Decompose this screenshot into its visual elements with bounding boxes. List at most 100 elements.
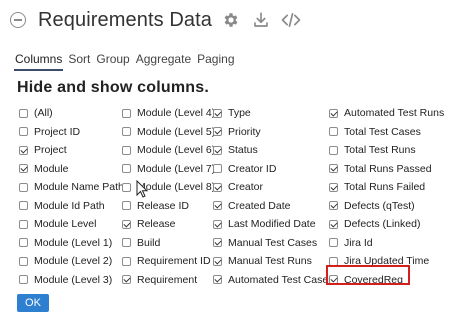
- column-checkbox[interactable]: [19, 127, 28, 137]
- tab-paging[interactable]: Paging: [196, 52, 235, 71]
- column-checkbox[interactable]: [329, 127, 338, 137]
- column-checkbox[interactable]: [122, 145, 131, 155]
- panel-title: Requirements Data: [38, 8, 213, 31]
- column-checkbox[interactable]: [122, 219, 131, 229]
- column-checkbox[interactable]: [213, 182, 222, 192]
- column-option-label: Total Test Runs: [344, 144, 416, 157]
- section-title: Hide and show columns.: [17, 79, 209, 96]
- column-option-label: Release ID: [137, 199, 189, 212]
- column-checkbox[interactable]: [329, 182, 338, 192]
- column-checkbox[interactable]: [19, 145, 28, 155]
- column-checkbox[interactable]: [213, 238, 222, 248]
- column-checkbox[interactable]: [19, 201, 28, 211]
- column-checkbox[interactable]: [19, 256, 28, 266]
- column-checkbox[interactable]: [122, 275, 131, 285]
- column-option-label: Creator: [228, 181, 264, 194]
- column-option[interactable]: Jira Id: [329, 234, 444, 253]
- column-option[interactable]: Requirement ID: [122, 252, 215, 271]
- column-option-label: Module (Level 6): [137, 144, 216, 157]
- column-option[interactable]: Created Date: [213, 197, 333, 216]
- column-option[interactable]: Module (Level 5): [122, 123, 215, 142]
- column-option[interactable]: Creator: [213, 178, 333, 197]
- column-option[interactable]: Status: [213, 141, 333, 160]
- tab-group[interactable]: Group: [95, 52, 130, 71]
- column-checkbox[interactable]: [122, 256, 131, 266]
- column-option[interactable]: Defects (Linked): [329, 215, 444, 234]
- column-checkbox[interactable]: [19, 108, 28, 118]
- column-option[interactable]: Module (Level 4): [122, 104, 215, 123]
- column-option[interactable]: Build: [122, 234, 215, 253]
- column-option[interactable]: Project ID: [19, 123, 124, 142]
- column-checkbox[interactable]: [122, 164, 131, 174]
- column-checkbox[interactable]: [329, 201, 338, 211]
- column-checkbox[interactable]: [213, 219, 222, 229]
- column-option-label: Last Modified Date: [228, 218, 316, 231]
- column-option[interactable]: Manual Test Runs: [213, 252, 333, 271]
- column-option[interactable]: Module: [19, 160, 124, 179]
- column-option-label: Module (Level 5): [137, 125, 216, 138]
- code-icon[interactable]: [280, 9, 302, 31]
- column-option[interactable]: Manual Test Cases: [213, 234, 333, 253]
- column-checkbox[interactable]: [122, 127, 131, 137]
- column-checkbox[interactable]: [329, 108, 338, 118]
- column-option[interactable]: Module (Level 7): [122, 160, 215, 179]
- tab-sort[interactable]: Sort: [67, 52, 91, 71]
- column-checkbox[interactable]: [122, 201, 131, 211]
- column-checkbox[interactable]: [213, 256, 222, 266]
- column-option-label: Release: [137, 218, 176, 231]
- column-list-4: Automated Test Runs Total Test Cases Total…: [329, 104, 444, 289]
- collapse-icon[interactable]: [10, 12, 26, 28]
- column-checkbox[interactable]: [213, 275, 222, 285]
- column-option[interactable]: Total Runs Passed: [329, 160, 444, 179]
- tab-columns[interactable]: Columns: [14, 52, 64, 71]
- column-checkbox[interactable]: [213, 201, 222, 211]
- column-checkbox[interactable]: [19, 182, 28, 192]
- column-checkbox[interactable]: [213, 108, 222, 118]
- column-option[interactable]: Last Modified Date: [213, 215, 333, 234]
- panel-header: Requirements Data: [6, 4, 302, 36]
- tab-aggregate[interactable]: Aggregate: [135, 52, 192, 71]
- column-checkbox[interactable]: [213, 164, 222, 174]
- column-option[interactable]: Module (Level 2): [19, 252, 124, 271]
- column-checkbox[interactable]: [19, 219, 28, 229]
- column-option[interactable]: Total Test Runs: [329, 141, 444, 160]
- column-option[interactable]: Requirement: [122, 271, 215, 290]
- column-checkbox[interactable]: [122, 238, 131, 248]
- column-option[interactable]: Release: [122, 215, 215, 234]
- column-option[interactable]: Module Id Path: [19, 197, 124, 216]
- column-option[interactable]: Module (Level 1): [19, 234, 124, 253]
- column-checkbox[interactable]: [329, 219, 338, 229]
- ok-button[interactable]: OK: [17, 294, 49, 312]
- column-option[interactable]: Priority: [213, 123, 333, 142]
- column-option[interactable]: Module Level: [19, 215, 124, 234]
- column-option[interactable]: Total Test Cases: [329, 123, 444, 142]
- column-option-label: (All): [34, 107, 53, 120]
- column-option[interactable]: Total Runs Failed: [329, 178, 444, 197]
- column-option[interactable]: (All): [19, 104, 124, 123]
- column-option-label: Module Name Path: [34, 181, 124, 194]
- column-option-label: Module (Level 4): [137, 107, 216, 120]
- mouse-cursor-icon: [136, 180, 149, 198]
- column-option[interactable]: Type: [213, 104, 333, 123]
- column-option[interactable]: Module (Level 6): [122, 141, 215, 160]
- column-option[interactable]: Automated Test Cases: [213, 271, 333, 290]
- column-checkbox[interactable]: [329, 238, 338, 248]
- gear-icon[interactable]: [220, 9, 242, 31]
- column-option[interactable]: Creator ID: [213, 160, 333, 179]
- download-icon[interactable]: [250, 9, 272, 31]
- column-option[interactable]: Automated Test Runs: [329, 104, 444, 123]
- column-checkbox[interactable]: [329, 164, 338, 174]
- column-checkbox[interactable]: [19, 275, 28, 285]
- column-option[interactable]: Module Name Path: [19, 178, 124, 197]
- column-checkbox[interactable]: [213, 145, 222, 155]
- column-option[interactable]: Project: [19, 141, 124, 160]
- column-checkbox[interactable]: [19, 164, 28, 174]
- column-checkbox[interactable]: [19, 238, 28, 248]
- column-checkbox[interactable]: [213, 127, 222, 137]
- column-checkbox[interactable]: [122, 182, 131, 192]
- column-checkbox[interactable]: [329, 145, 338, 155]
- column-checkbox[interactable]: [122, 108, 131, 118]
- column-option[interactable]: Module (Level 3): [19, 271, 124, 290]
- column-option-label: Priority: [228, 125, 261, 138]
- column-option[interactable]: Defects (qTest): [329, 197, 444, 216]
